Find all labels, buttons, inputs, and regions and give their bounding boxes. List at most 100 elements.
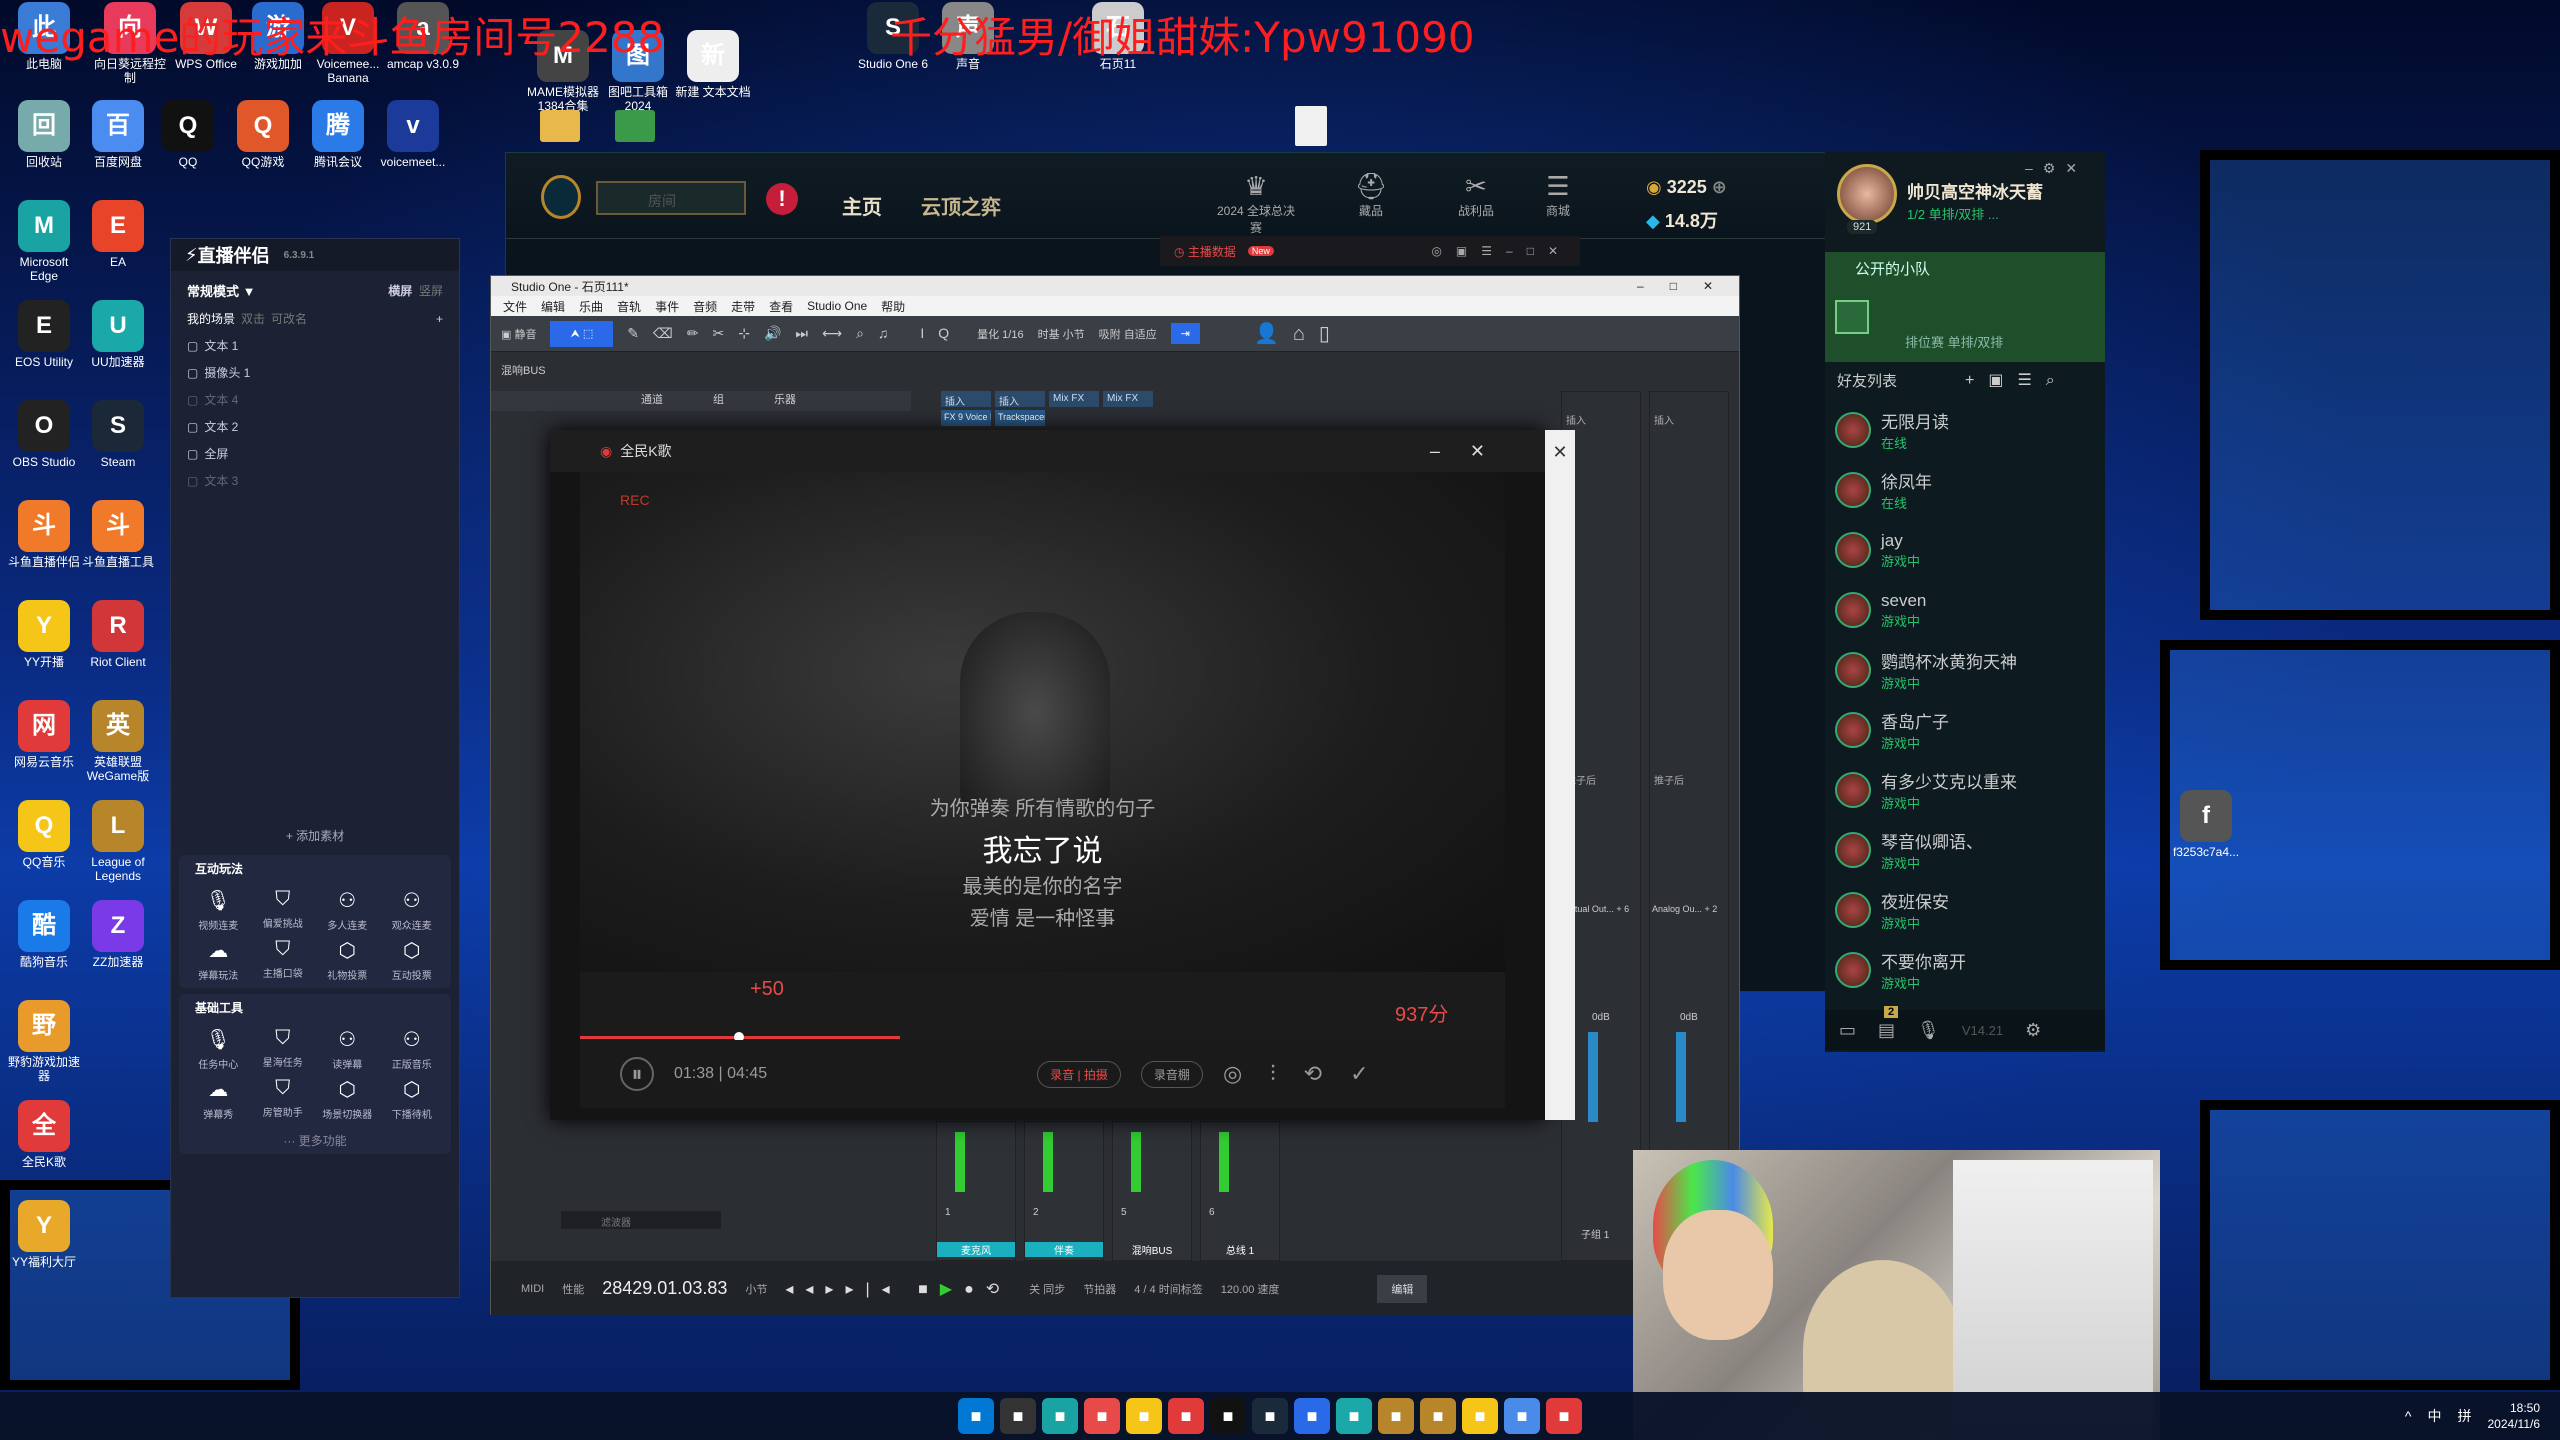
voice-icon[interactable]: 🎙 <box>1917 1020 1940 1041</box>
mixer-channel[interactable]: 6 总线 1 <box>1200 1121 1280 1261</box>
insert-slot[interactable]: Mix FX <box>1103 391 1153 407</box>
desktop-icon[interactable]: U UU加速器 <box>80 300 156 369</box>
menu-item[interactable]: 查看 <box>769 298 793 315</box>
uu-icon[interactable]: ■ <box>1336 1398 1372 1434</box>
menu-item[interactable]: 编辑 <box>541 298 565 315</box>
menu-item[interactable]: 音轨 <box>617 298 641 315</box>
quantize-select[interactable]: 量化 1/16 <box>977 326 1023 342</box>
yy-icon[interactable]: ■ <box>1126 1398 1162 1434</box>
metronome-button[interactable]: 节拍器 <box>1083 1281 1116 1297</box>
lol-wegame-icon[interactable]: ■ <box>1420 1398 1456 1434</box>
desktop-icon[interactable]: Z ZZ加速器 <box>80 900 156 969</box>
tray-expand[interactable]: ^ <box>2405 1408 2412 1424</box>
nav-icons[interactable]: 👤⌂▯ <box>1254 321 1344 346</box>
tool-button[interactable]: ☁ 弹幕秀 <box>189 1077 248 1121</box>
window-icon[interactable]: ■ <box>1294 1398 1330 1434</box>
pause-icon[interactable]: ⏸ <box>620 1057 654 1091</box>
studio-one-icon[interactable]: ■ <box>1252 1398 1288 1434</box>
desktop-icon[interactable]: 英英雄联盟WeGame版 <box>80 700 156 783</box>
orientation-toggle[interactable]: 横屏 竖屏 <box>388 282 443 299</box>
loot-button[interactable]: ✂ 战利品 <box>1451 171 1501 219</box>
friend-item[interactable]: 徐凤年 在线 <box>1835 462 2095 518</box>
friend-item[interactable]: 鹦鹉杯冰黄狗天神 游戏中 <box>1835 642 2095 698</box>
plugin-slot[interactable]: Trackspacer... <box>995 410 1045 426</box>
position-display[interactable]: 28429.01.03.83 <box>602 1278 727 1299</box>
desktop-icon[interactable]: 斗斗鱼直播工具 <box>80 500 156 569</box>
menu-item[interactable]: 事件 <box>655 298 679 315</box>
kge-icon[interactable]: ■ <box>1546 1398 1582 1434</box>
insert-slot[interactable]: Mix FX <box>1049 391 1099 407</box>
notification-icon[interactable]: ▤ 2 <box>1878 1005 1899 1041</box>
friend-item[interactable]: 不要你离开 游戏中 <box>1835 942 2095 998</box>
start-icon[interactable]: ■ <box>958 1398 994 1434</box>
snap-toggle-icon[interactable]: ⇥ <box>1170 323 1200 344</box>
nav-tft[interactable]: 云顶之弈 <box>921 191 1001 220</box>
folder-icon[interactable] <box>540 110 580 142</box>
ime-indicator[interactable]: 中 <box>2428 1406 2442 1426</box>
fader[interactable] <box>1676 1032 1686 1122</box>
fader[interactable] <box>1131 1132 1141 1192</box>
interactive-button[interactable]: ⛉ 主播口袋 <box>254 938 313 982</box>
desktop-icon[interactable]: R Riot Client <box>80 600 156 669</box>
source-item[interactable]: ▢ 文本 2 <box>171 413 459 440</box>
desktop-icon[interactable]: 网网易云音乐 <box>6 700 82 769</box>
desktop-icon[interactable]: 野野豹游戏加速器 <box>6 1000 82 1083</box>
tool-button[interactable]: ⛉ 房管助手 <box>254 1077 313 1121</box>
desktop-icon[interactable]: Y YY开播 <box>6 600 82 669</box>
desktop-icon[interactable]: M Microsoft Edge <box>6 200 82 283</box>
tempo-display[interactable]: 120.00 速度 <box>1221 1281 1280 1297</box>
desktop-icon[interactable]: Q QQ游戏 <box>225 100 301 169</box>
portrait-tab[interactable]: 竖屏 <box>419 284 443 298</box>
desktop-icon[interactable]: f f3253c7a4... <box>2168 790 2244 859</box>
edit-view-button[interactable]: 编辑 <box>1377 1274 1428 1303</box>
chat-icon[interactable]: ▭ <box>1839 1020 1856 1041</box>
menu-item[interactable]: 音频 <box>693 298 717 315</box>
search-icon[interactable]: ■ <box>1000 1398 1036 1434</box>
friend-item[interactable]: seven 游戏中 <box>1835 582 2095 638</box>
interactive-button[interactable]: ⛉ 偏爱挑战 <box>254 888 313 932</box>
source-item[interactable]: ▢ 全屏 <box>171 440 459 467</box>
desktop-icon[interactable]: 腾腾讯会议 <box>300 100 376 169</box>
tool-button[interactable]: ⬡ 下播待机 <box>383 1077 442 1121</box>
window-controls[interactable]: –✕ <box>1430 441 1545 462</box>
time-signature[interactable]: 4 / 4 时间标签 <box>1134 1281 1202 1297</box>
filter-input[interactable]: 滤波器 <box>561 1211 721 1229</box>
edge-icon[interactable]: ■ <box>1042 1398 1078 1434</box>
scene-tab[interactable]: 我的场景 <box>187 310 235 327</box>
plugin-slot[interactable]: FX 9 Voice D... <box>941 410 991 426</box>
friend-item[interactable]: 香岛广子 游戏中 <box>1835 702 2095 758</box>
interactive-button[interactable]: ☁ 弹幕玩法 <box>189 938 248 982</box>
menu-item[interactable]: Studio One <box>807 299 867 313</box>
tool-button[interactable]: ⚇ 读弹幕 <box>318 1027 377 1071</box>
avatar[interactable] <box>1837 164 1897 224</box>
desktop-icon[interactable]: 斗斗鱼直播伴侣 <box>6 500 82 569</box>
minibar-controls[interactable]: ◎▣☰–□✕ <box>1431 244 1580 258</box>
add-currency-icon[interactable]: ⊕ <box>1712 177 1727 197</box>
fader[interactable] <box>1219 1132 1229 1192</box>
text-file-icon[interactable] <box>1295 106 1327 146</box>
insert-slot[interactable]: 插入 <box>995 391 1045 408</box>
add-source-button[interactable]: + 添加素材 <box>171 822 459 849</box>
send-slot[interactable]: 插入 <box>1566 412 1586 427</box>
interactive-button[interactable]: ⬡ 互动投票 <box>383 938 442 982</box>
fader[interactable] <box>955 1132 965 1192</box>
add-scene-icon[interactable]: + <box>436 312 443 326</box>
interactive-button[interactable]: ⚇ 观众连麦 <box>383 888 442 932</box>
source-item[interactable]: ▢ 文本 4 <box>171 386 459 413</box>
source-item[interactable]: ▢ 文本 1 <box>171 332 459 359</box>
mixer-channel[interactable]: 2 伴奏 <box>1024 1121 1104 1261</box>
fader[interactable] <box>1588 1032 1598 1122</box>
worlds-button[interactable]: ♛ 2024 全球总决赛 <box>1211 171 1301 236</box>
source-item[interactable]: ▢ 文本 3 <box>171 467 459 494</box>
collection-button[interactable]: ⛑ 藏品 <box>1351 171 1391 219</box>
desktop-icon[interactable]: 全全民K歌 <box>6 1100 82 1169</box>
desktop-icon[interactable]: E EA <box>80 200 156 269</box>
nav-home[interactable]: 主页 <box>842 191 882 220</box>
streamer-data-button[interactable]: ◷ 主播数据 <box>1174 243 1236 260</box>
desktop-icon[interactable]: Q QQ <box>150 100 226 169</box>
window-controls[interactable]: –□✕ <box>1637 279 1739 293</box>
interactive-button[interactable]: ⚇ 多人连麦 <box>318 888 377 932</box>
insert-slot[interactable]: 插入 <box>941 391 991 408</box>
timebase-select[interactable]: 时基 小节 <box>1038 326 1085 342</box>
landscape-tab[interactable]: 横屏 <box>388 284 412 298</box>
